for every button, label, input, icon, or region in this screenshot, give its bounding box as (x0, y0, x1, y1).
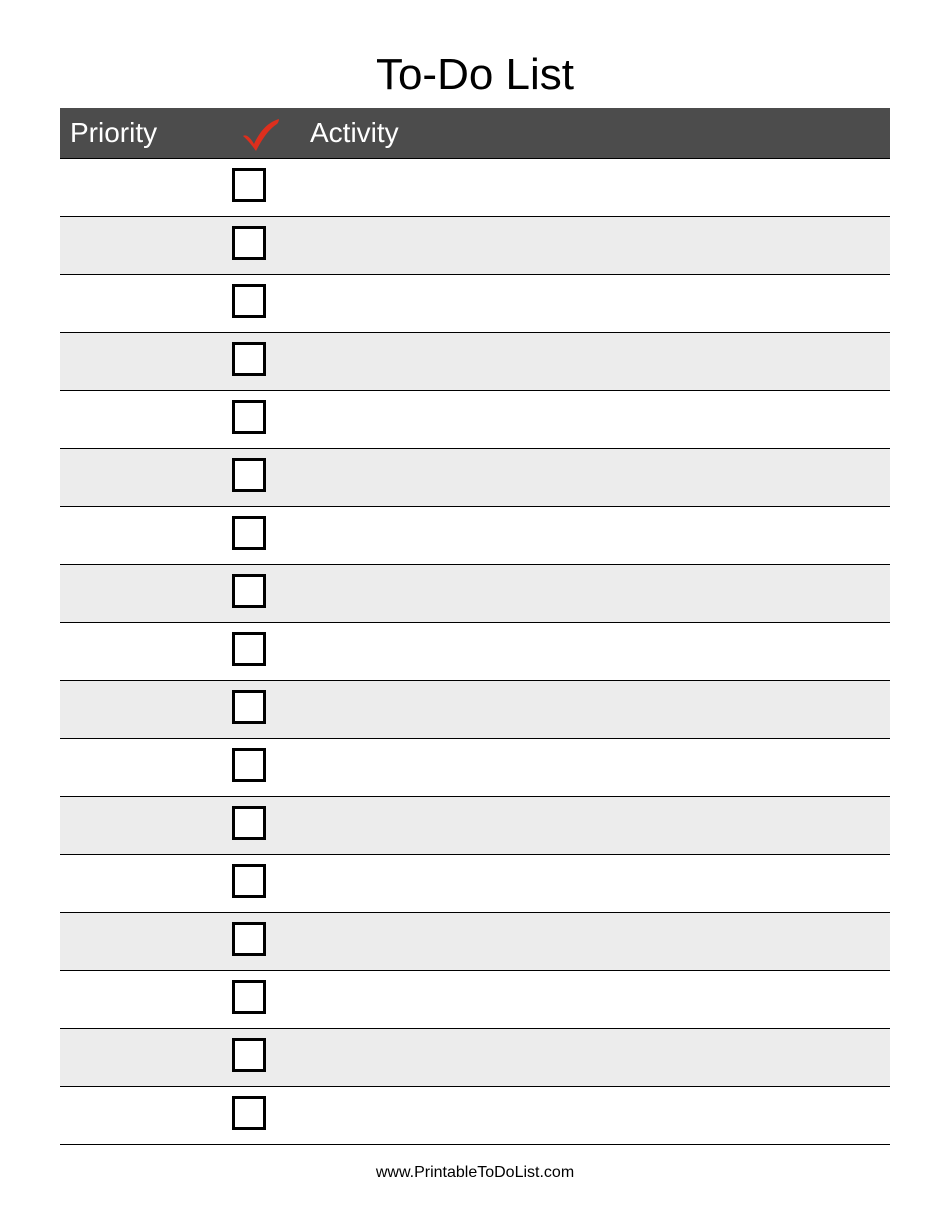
table-row (60, 854, 890, 912)
priority-cell[interactable] (60, 738, 226, 796)
check-cell (226, 796, 296, 854)
checkbox[interactable] (232, 748, 266, 782)
activity-cell[interactable] (296, 796, 890, 854)
checkbox[interactable] (232, 458, 266, 492)
priority-cell[interactable] (60, 680, 226, 738)
priority-cell[interactable] (60, 274, 226, 332)
checkbox[interactable] (232, 574, 266, 608)
check-cell (226, 622, 296, 680)
activity-cell[interactable] (296, 158, 890, 216)
activity-cell[interactable] (296, 912, 890, 970)
check-cell (226, 854, 296, 912)
priority-cell[interactable] (60, 564, 226, 622)
table-row (60, 1086, 890, 1144)
checkbox[interactable] (232, 226, 266, 260)
table-row (60, 332, 890, 390)
check-cell (226, 274, 296, 332)
table-row (60, 506, 890, 564)
check-cell (226, 970, 296, 1028)
check-cell (226, 738, 296, 796)
checkbox[interactable] (232, 632, 266, 666)
activity-cell[interactable] (296, 216, 890, 274)
priority-cell[interactable] (60, 912, 226, 970)
checkbox[interactable] (232, 690, 266, 724)
checkbox[interactable] (232, 864, 266, 898)
checkbox[interactable] (232, 806, 266, 840)
activity-cell[interactable] (296, 680, 890, 738)
priority-cell[interactable] (60, 970, 226, 1028)
priority-cell[interactable] (60, 158, 226, 216)
check-cell (226, 1028, 296, 1086)
table-row (60, 158, 890, 216)
check-cell (226, 564, 296, 622)
table-row (60, 216, 890, 274)
column-header-activity: Activity (296, 108, 890, 158)
check-cell (226, 158, 296, 216)
priority-cell[interactable] (60, 854, 226, 912)
check-cell (226, 506, 296, 564)
priority-cell[interactable] (60, 506, 226, 564)
priority-cell[interactable] (60, 622, 226, 680)
todo-table: Priority Activity (60, 108, 890, 1145)
activity-cell[interactable] (296, 274, 890, 332)
priority-cell[interactable] (60, 332, 226, 390)
table-row (60, 390, 890, 448)
table-row (60, 622, 890, 680)
column-header-priority: Priority (60, 108, 226, 158)
priority-cell[interactable] (60, 448, 226, 506)
table-row (60, 564, 890, 622)
activity-cell[interactable] (296, 1028, 890, 1086)
activity-cell[interactable] (296, 564, 890, 622)
activity-cell[interactable] (296, 1086, 890, 1144)
check-cell (226, 912, 296, 970)
checkbox[interactable] (232, 342, 266, 376)
check-cell (226, 448, 296, 506)
table-row (60, 448, 890, 506)
table-row (60, 1028, 890, 1086)
checkmark-icon (239, 117, 283, 153)
activity-cell[interactable] (296, 622, 890, 680)
table-row (60, 680, 890, 738)
priority-cell[interactable] (60, 1028, 226, 1086)
check-cell (226, 680, 296, 738)
check-cell (226, 332, 296, 390)
check-cell (226, 1086, 296, 1144)
table-row (60, 970, 890, 1028)
table-row (60, 274, 890, 332)
priority-cell[interactable] (60, 390, 226, 448)
activity-cell[interactable] (296, 390, 890, 448)
checkbox[interactable] (232, 1038, 266, 1072)
checkbox[interactable] (232, 516, 266, 550)
activity-cell[interactable] (296, 854, 890, 912)
priority-cell[interactable] (60, 216, 226, 274)
activity-cell[interactable] (296, 448, 890, 506)
page-title: To-Do List (60, 50, 890, 100)
checkbox[interactable] (232, 400, 266, 434)
priority-cell[interactable] (60, 1086, 226, 1144)
checkbox[interactable] (232, 284, 266, 318)
checkbox[interactable] (232, 980, 266, 1014)
activity-cell[interactable] (296, 738, 890, 796)
column-header-check (226, 108, 296, 158)
checkbox[interactable] (232, 922, 266, 956)
check-cell (226, 216, 296, 274)
checkbox[interactable] (232, 168, 266, 202)
table-row (60, 912, 890, 970)
table-row (60, 796, 890, 854)
priority-cell[interactable] (60, 796, 226, 854)
activity-cell[interactable] (296, 332, 890, 390)
activity-cell[interactable] (296, 970, 890, 1028)
footer-text: www.PrintableToDoList.com (0, 1164, 950, 1182)
check-cell (226, 390, 296, 448)
table-row (60, 738, 890, 796)
activity-cell[interactable] (296, 506, 890, 564)
checkbox[interactable] (232, 1096, 266, 1130)
